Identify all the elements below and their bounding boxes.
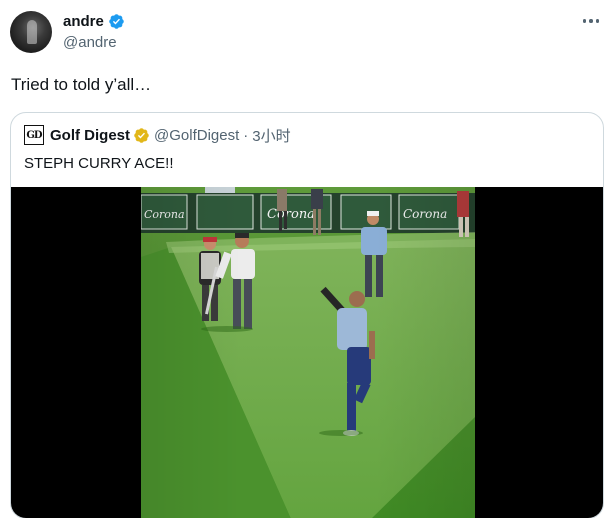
quoted-author-avatar[interactable]: GD [24,125,44,145]
separator-dot: · [243,126,249,144]
author-avatar[interactable] [10,11,52,53]
video-frame: Corona Corona Corona [141,187,475,518]
avatar-figure [27,20,37,44]
quoted-timestamp[interactable]: 3小时 [252,125,290,146]
quoted-tweet[interactable]: GD Golf Digest @GolfDigest · 3小时 STEPH C… [10,112,604,518]
author-name-row: andre [63,11,125,31]
banner-text: Corona [403,207,447,221]
business-verified-badge-icon [134,127,149,143]
more-options-button[interactable] [581,13,601,29]
quoted-tweet-text: STEPH CURRY ACE!! [24,155,174,172]
quoted-author-name[interactable]: Golf Digest [50,127,130,144]
quoted-author-handle[interactable]: @GolfDigest [154,127,239,144]
banner-text: Corona [267,207,315,222]
author-handle[interactable]: @andre [63,34,125,51]
tweet-text: Tried to told y’all… [11,75,152,94]
ellipsis-icon [589,19,593,23]
verified-badge-icon [109,13,124,29]
banner-text: Corona [144,208,185,221]
ellipsis-icon [582,19,587,23]
tweet-header: andre @andre [63,11,125,51]
ellipsis-icon [595,19,600,23]
golf-course-scene: Corona Corona Corona [141,187,475,518]
quoted-tweet-header: GD Golf Digest @GolfDigest · 3小时 [24,125,291,145]
author-name[interactable]: andre [63,13,104,30]
video-player[interactable]: Corona Corona Corona [11,187,603,518]
